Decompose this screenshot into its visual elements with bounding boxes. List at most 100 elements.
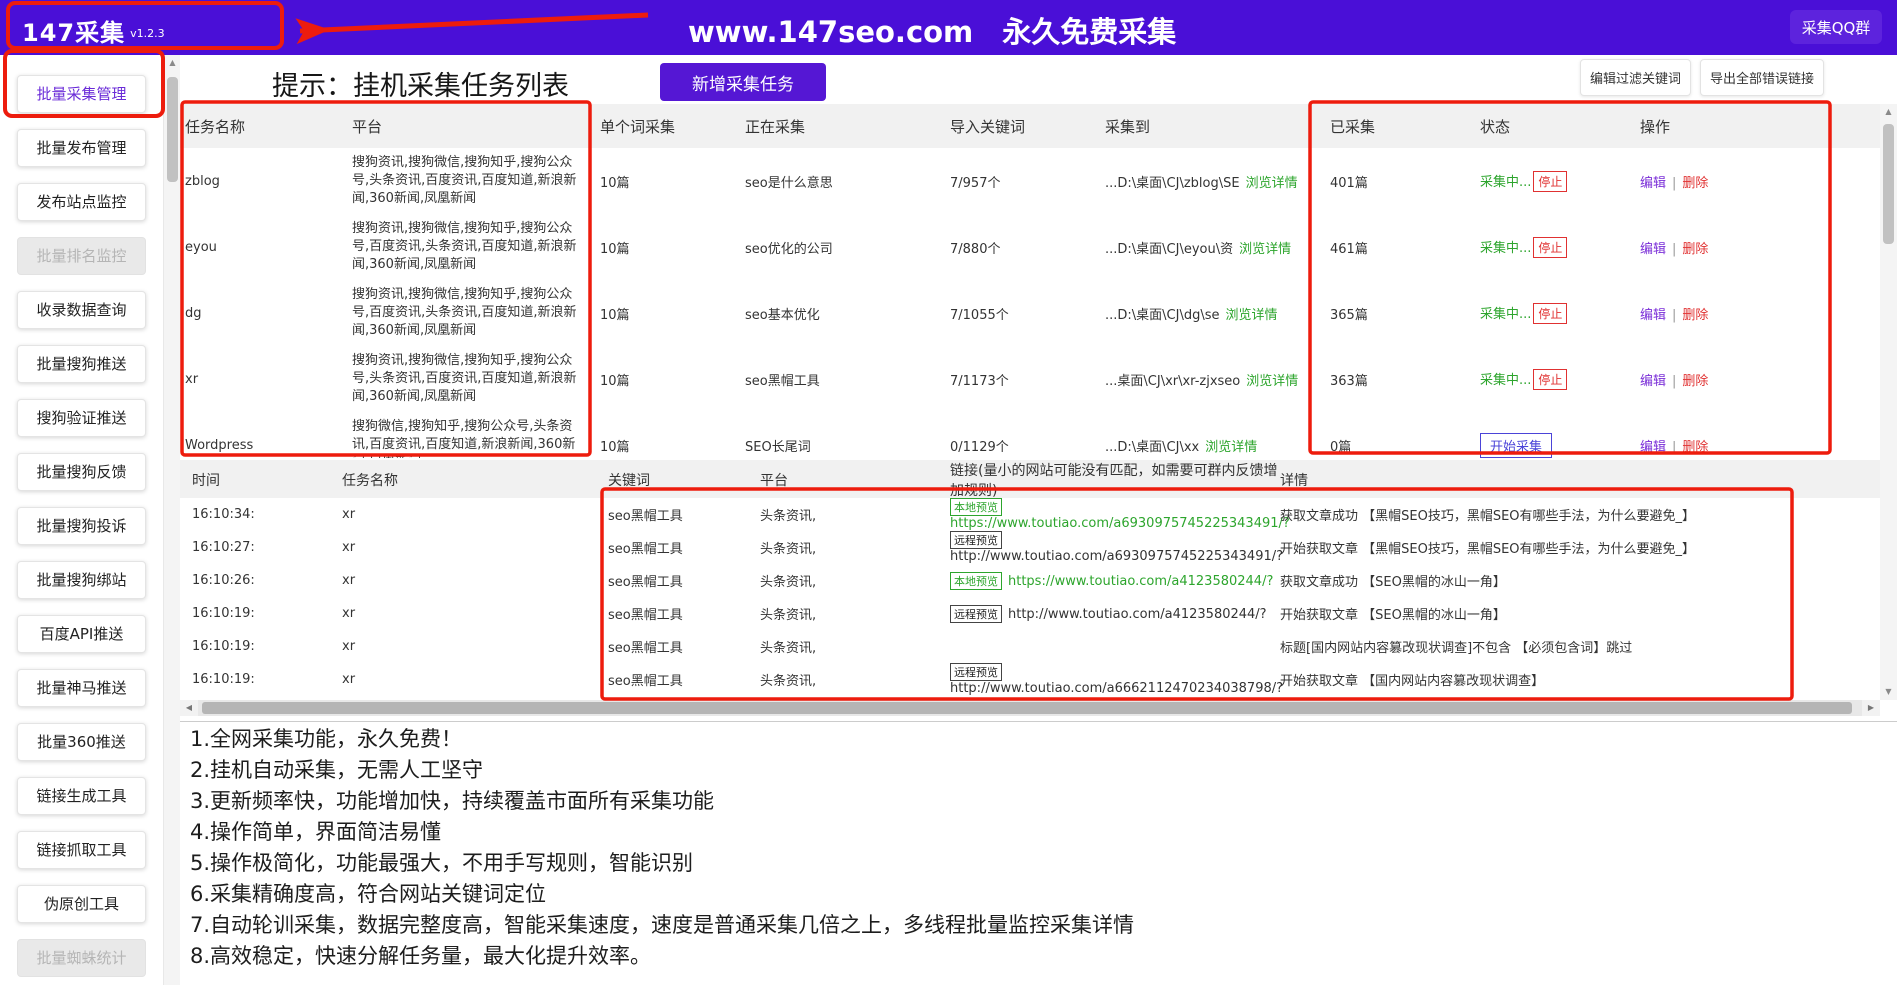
export-error-links-button[interactable]: 导出全部错误链接 xyxy=(1700,59,1824,96)
delete-link[interactable]: 删除 xyxy=(1682,308,1708,323)
article-url[interactable]: https://www.toutiao.com/a4123580244/? xyxy=(1008,574,1273,589)
browse-details-link[interactable]: 浏览详情 xyxy=(1246,374,1298,389)
task-current-keyword: seo基本优化 xyxy=(745,304,950,323)
task-status: 采集中...停止 xyxy=(1480,171,1640,192)
scroll-down-icon[interactable]: ▼ xyxy=(1880,684,1897,700)
remote-preview-badge[interactable]: 远程预览 xyxy=(950,663,1002,681)
article-url[interactable]: http://www.toutiao.com/a6662112470234038… xyxy=(950,681,1283,696)
article-url[interactable]: https://www.toutiao.com/a693097574522534… xyxy=(950,516,1290,531)
log-time: 16:10:27: xyxy=(192,540,342,555)
task-per-word-count: 10篇 xyxy=(600,304,745,323)
log-table-header-row: 时间任务名称关键词平台链接(量小的网站可能没有匹配，如需要可群内反馈增加规则)详… xyxy=(180,460,1880,498)
scrollbar-thumb[interactable] xyxy=(1883,124,1894,244)
browse-details-link[interactable]: 浏览详情 xyxy=(1226,308,1278,323)
app-logo: 147采集v1.2.3 xyxy=(22,13,165,48)
log-link: 远程预览 http://www.toutiao.com/a4123580244/? xyxy=(950,605,1280,623)
stop-button[interactable]: 停止 xyxy=(1533,237,1567,258)
sidebar-item-5[interactable]: 收录数据查询 xyxy=(17,291,146,329)
task-save-path: ...桌面\CJ\xr\xr-zjxseo 浏览详情 xyxy=(1105,370,1330,389)
task-per-word-count: 10篇 xyxy=(600,436,745,455)
task-table-header-cell: 采集到 xyxy=(1105,116,1330,137)
log-detail: 开始获取文章 【黑帽SEO技巧，黑帽SEO有哪些手法，为什么要避免_】 xyxy=(1280,538,1880,557)
status-collecting-label: 采集中... xyxy=(1480,373,1531,388)
sidebar-item-1[interactable]: 批量采集管理 xyxy=(17,75,146,113)
content-left-scrollbar[interactable]: ▲ xyxy=(163,55,180,985)
feature-line: 8.高效稳定，快速分解任务量，最大化提升效率。 xyxy=(190,941,1134,972)
edit-filter-keywords-button[interactable]: 编辑过滤关键词 xyxy=(1580,59,1691,96)
new-task-button[interactable]: 新增采集任务 xyxy=(660,63,826,101)
save-path-text: ...D:\桌面\CJ\dg\se xyxy=(1105,308,1220,323)
task-name: dg xyxy=(185,306,352,321)
sidebar-item-14[interactable]: 链接生成工具 xyxy=(17,777,146,815)
delete-link[interactable]: 删除 xyxy=(1682,176,1708,191)
task-table-header-row: 任务名称平台单个词采集正在采集导入关键词采集到已采集状态操作 xyxy=(180,104,1880,148)
log-keyword: seo黑帽工具 xyxy=(608,571,760,590)
feature-line: 4.操作简单，界面简洁易懂 xyxy=(190,817,1134,848)
delete-link[interactable]: 删除 xyxy=(1682,440,1708,455)
sidebar-item-15[interactable]: 链接抓取工具 xyxy=(17,831,146,869)
operation-separator: | xyxy=(1672,176,1676,191)
operation-separator: | xyxy=(1672,374,1676,389)
sidebar-item-9[interactable]: 批量搜狗投诉 xyxy=(17,507,146,545)
top-bar: 147采集v1.2.3 www.147seo.com 永久免费采集 采集QQ群 xyxy=(0,0,1897,55)
sidebar-item-12[interactable]: 批量神马推送 xyxy=(17,669,146,707)
sidebar-item-8[interactable]: 批量搜狗反馈 xyxy=(17,453,146,491)
edit-link[interactable]: 编辑 xyxy=(1640,176,1666,191)
delete-link[interactable]: 删除 xyxy=(1682,242,1708,257)
sidebar-item-4: 批量排名监控 xyxy=(17,237,146,275)
sidebar-item-6[interactable]: 批量搜狗推送 xyxy=(17,345,146,383)
browse-details-link[interactable]: 浏览详情 xyxy=(1239,242,1291,257)
feature-line: 7.自动轮训采集，数据完整度高，智能采集速度，速度是普通采集几倍之上，多线程批量… xyxy=(190,910,1134,941)
scroll-up-icon[interactable]: ▲ xyxy=(1880,104,1897,120)
sidebar-item-16[interactable]: 伪原创工具 xyxy=(17,885,146,923)
sidebar-item-7[interactable]: 搜狗验证推送 xyxy=(17,399,146,437)
sidebar-item-3[interactable]: 发布站点监控 xyxy=(17,183,146,221)
log-time: 16:10:26: xyxy=(192,573,342,588)
stop-button[interactable]: 停止 xyxy=(1533,303,1567,324)
scrollbar-thumb[interactable] xyxy=(167,77,178,182)
log-table-body: 16:10:34:xrseo黑帽工具头条资讯,本地预览https://www.t… xyxy=(180,498,1880,698)
remote-preview-badge[interactable]: 远程预览 xyxy=(950,531,1002,549)
log-task-name: xr xyxy=(342,507,608,522)
sidebar-item-11[interactable]: 百度API推送 xyxy=(17,615,146,653)
task-collected-count: 401篇 xyxy=(1330,172,1480,191)
qq-group-button[interactable]: 采集QQ群 xyxy=(1790,10,1882,44)
task-collected-count: 365篇 xyxy=(1330,304,1480,323)
local-preview-badge[interactable]: 本地预览 xyxy=(950,572,1002,590)
edit-link[interactable]: 编辑 xyxy=(1640,242,1666,257)
sidebar-item-10[interactable]: 批量搜狗绑站 xyxy=(17,561,146,599)
task-current-keyword: seo黑帽工具 xyxy=(745,370,950,389)
delete-link[interactable]: 删除 xyxy=(1682,374,1708,389)
scrollbar-thumb[interactable] xyxy=(202,702,1852,714)
task-row: zblog搜狗资讯,搜狗微信,搜狗知乎,搜狗公众号,头条资讯,百度资讯,百度知道… xyxy=(180,148,1880,214)
log-keyword: seo黑帽工具 xyxy=(608,604,760,623)
scroll-right-icon[interactable]: ▶ xyxy=(1862,700,1880,716)
table-right-scrollbar[interactable]: ▲ ▼ xyxy=(1880,104,1897,700)
sidebar-item-13[interactable]: 批量360推送 xyxy=(17,723,146,761)
task-platforms: 搜狗微信,搜狗知乎,搜狗公众号,头条资讯,百度资讯,百度知道,新浪新闻,360新… xyxy=(352,418,600,458)
save-path-text: ...桌面\CJ\xr\xr-zjxseo xyxy=(1105,374,1240,389)
edit-link[interactable]: 编辑 xyxy=(1640,374,1666,389)
browse-details-link[interactable]: 浏览详情 xyxy=(1205,440,1257,455)
browse-details-link[interactable]: 浏览详情 xyxy=(1246,176,1298,191)
scroll-up-icon[interactable]: ▲ xyxy=(164,55,181,71)
sidebar-item-2[interactable]: 批量发布管理 xyxy=(17,129,146,167)
log-detail: 标题[国内网站内容篡改现状调查]不包含 【必须包含词】跳过 xyxy=(1280,637,1880,656)
edit-link[interactable]: 编辑 xyxy=(1640,440,1666,455)
local-preview-badge[interactable]: 本地预览 xyxy=(950,498,1002,516)
edit-link[interactable]: 编辑 xyxy=(1640,308,1666,323)
task-name: zblog xyxy=(185,174,352,189)
status-collecting-label: 采集中... xyxy=(1480,175,1531,190)
log-platform: 头条资讯, xyxy=(760,637,950,656)
stop-button[interactable]: 停止 xyxy=(1533,171,1567,192)
article-url[interactable]: http://www.toutiao.com/a6930975745225343… xyxy=(950,549,1283,564)
horizontal-scrollbar[interactable]: ◀ ▶ xyxy=(180,700,1880,716)
operation-separator: | xyxy=(1672,308,1676,323)
start-collect-button[interactable]: 开始采集 xyxy=(1480,433,1552,458)
task-row: Wordpress搜狗微信,搜狗知乎,搜狗公众号,头条资讯,百度资讯,百度知道,… xyxy=(180,412,1880,458)
scroll-left-icon[interactable]: ◀ xyxy=(180,700,198,716)
stop-button[interactable]: 停止 xyxy=(1533,369,1567,390)
remote-preview-badge[interactable]: 远程预览 xyxy=(950,605,1002,623)
article-url[interactable]: http://www.toutiao.com/a4123580244/? xyxy=(1008,607,1267,622)
task-table-header-cell: 单个词采集 xyxy=(600,116,745,137)
